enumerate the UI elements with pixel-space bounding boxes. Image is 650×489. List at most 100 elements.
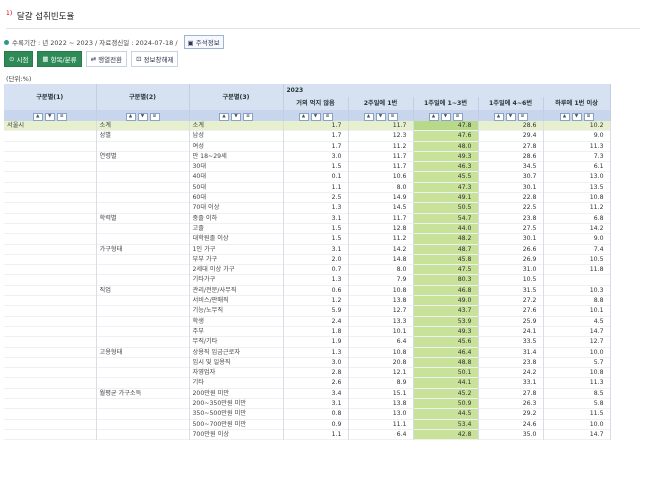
table-row: 임시 및 일용직 3.0 20.8 48.8 23.8 5.7 (4, 357, 611, 368)
filter-icon[interactable]: ≡ (149, 113, 160, 121)
sort-asc-icon[interactable]: ▲ (32, 113, 43, 121)
row-label-c1 (4, 244, 97, 255)
value-cell: 12.1 (348, 367, 414, 378)
table-row: 2세대 이상 가구 0.7 8.0 47.5 31.0 11.8 (4, 264, 611, 275)
header-category-1[interactable]: 구분별(1) (4, 84, 97, 110)
item-category-button[interactable]: ▦ 항목/분류 (37, 51, 82, 67)
table-row: 고용형태 상용직 임금근로자 1.3 10.8 46.4 31.4 10.0 (4, 347, 611, 358)
value-cell: 54.7 (413, 213, 479, 224)
value-cell: 0.8 (283, 408, 349, 420)
filter-icon[interactable]: ≡ (452, 113, 463, 121)
row-label-c3: 500~700만원 미만 (189, 419, 284, 430)
view-period-button[interactable]: ⊙ 시점 (4, 51, 34, 67)
sort-asc-icon[interactable]: ▲ (493, 113, 504, 121)
sort-asc-icon[interactable]: ▲ (219, 113, 229, 121)
unit-label: (단위:%) (6, 75, 32, 83)
sort-controls[interactable]: ▲ ▼ ≡ (4, 110, 97, 121)
value-cell: 50.5 (413, 202, 479, 214)
value-cell: 47.8 (413, 121, 479, 131)
value-cell: 50.9 (413, 398, 479, 409)
row-label-c3: 주부 (189, 326, 284, 337)
value-cell: 12.7 (543, 336, 611, 348)
value-cell: 14.2 (543, 223, 611, 234)
sort-controls[interactable]: ▲ ▼ ≡ (543, 110, 611, 121)
filter-icon[interactable]: ≡ (387, 113, 398, 121)
value-cell: 11.7 (348, 121, 414, 131)
sort-desc-icon[interactable]: ▼ (440, 113, 451, 121)
value-cell: 45.6 (413, 336, 479, 348)
filter-icon[interactable]: ≡ (583, 113, 594, 121)
row-label-c2 (96, 295, 190, 306)
value-cell: 3.1 (283, 244, 349, 255)
sort-desc-icon[interactable]: ▼ (571, 113, 582, 121)
value-cell: 10.0 (543, 419, 611, 430)
sort-controls[interactable]: ▲ ▼ ≡ (348, 110, 414, 121)
filter-icon[interactable]: ≡ (322, 113, 333, 121)
sort-controls[interactable]: ▲ ▼ ≡ (189, 110, 284, 121)
sort-asc-icon[interactable]: ▲ (559, 113, 570, 121)
table-row: 200~350만원 미만 3.1 13.8 50.9 26.3 5.8 (4, 398, 611, 409)
sort-controls[interactable]: ▲ ▼ ≡ (96, 110, 190, 121)
header-value-1[interactable]: 거의 먹지 않음 (283, 97, 349, 110)
sort-desc-icon[interactable]: ▼ (375, 113, 386, 121)
table-row: 대학원졸 이상 1.5 11.2 48.2 30.1 9.0 (4, 233, 611, 245)
value-cell: 6.4 (348, 429, 414, 440)
value-cell: 26.3 (478, 398, 544, 409)
footnote-info-button[interactable]: ▣ 주석정보 (183, 35, 224, 49)
value-cell: 46.8 (413, 285, 479, 296)
value-cell: 1.5 (283, 223, 349, 234)
filter-icon[interactable]: ≡ (243, 113, 253, 121)
row-label-c1 (4, 274, 97, 286)
value-cell: 6.1 (543, 161, 611, 172)
sort-controls[interactable]: ▲ ▼ ≡ (283, 110, 349, 121)
value-cell: 24.1 (478, 326, 544, 337)
value-cell: 6.4 (348, 336, 414, 348)
value-cell: 22.8 (478, 192, 544, 203)
header-category-3[interactable]: 구분별(3) (189, 84, 284, 110)
sort-asc-icon[interactable]: ▲ (363, 113, 374, 121)
sort-controls[interactable]: ▲ ▼ ≡ (413, 110, 479, 121)
sort-desc-icon[interactable]: ▼ (137, 113, 148, 121)
header-value-5[interactable]: 하루에 1번 이상 (543, 97, 611, 110)
value-cell: 3.1 (283, 398, 349, 409)
row-label-c3: 50대 (189, 182, 284, 193)
header-value-2[interactable]: 2주일에 1번 (348, 97, 414, 110)
filter-icon[interactable]: ≡ (56, 113, 67, 121)
row-label-c2 (96, 336, 190, 348)
value-cell: 23.8 (478, 357, 544, 368)
header-value-3[interactable]: 1주일에 1~3번 (413, 97, 479, 110)
sort-controls[interactable]: ▲ ▼ ≡ (478, 110, 544, 121)
sort-desc-icon[interactable]: ▼ (505, 113, 516, 121)
row-label-c3: 350~500만원 미만 (189, 408, 284, 420)
header-value-4[interactable]: 1주일에 4~6번 (478, 97, 544, 110)
row-label-c2 (96, 398, 190, 409)
info-panel-toggle-button[interactable]: ⊡ 정보창해제 (131, 51, 179, 67)
value-cell: 28.6 (478, 121, 544, 131)
row-label-c2 (96, 367, 190, 378)
value-cell: 15.1 (348, 388, 414, 399)
value-cell: 12.3 (348, 130, 414, 142)
row-label-c1 (4, 264, 97, 275)
pivot-button[interactable]: ⇄ 행열전환 (85, 51, 128, 67)
header-category-2[interactable]: 구분별(2) (96, 84, 190, 110)
row-label-c3: 학생 (189, 316, 284, 327)
row-label-c2: 고용형태 (96, 347, 190, 358)
row-label-c2: 월평균 가구소득 (96, 388, 190, 399)
sort-desc-icon[interactable]: ▼ (231, 113, 241, 121)
row-label-c2 (96, 357, 190, 368)
value-cell: 11.5 (543, 408, 611, 420)
sort-asc-icon[interactable]: ▲ (125, 113, 136, 121)
view-period-label: 시점 (16, 56, 29, 64)
row-label-c2 (96, 377, 190, 389)
info-icon: ▣ (187, 39, 194, 47)
sort-desc-icon[interactable]: ▼ (44, 113, 55, 121)
sort-asc-icon[interactable]: ▲ (428, 113, 439, 121)
filter-icon[interactable]: ≡ (517, 113, 528, 121)
value-cell: 10.3 (543, 285, 611, 296)
value-cell: 27.8 (478, 141, 544, 152)
row-label-c1 (4, 285, 97, 296)
sort-asc-icon[interactable]: ▲ (298, 113, 309, 121)
value-cell: 5.7 (543, 357, 611, 368)
sort-desc-icon[interactable]: ▼ (310, 113, 321, 121)
title-text: 달걀 섭취빈도율 (16, 12, 75, 22)
